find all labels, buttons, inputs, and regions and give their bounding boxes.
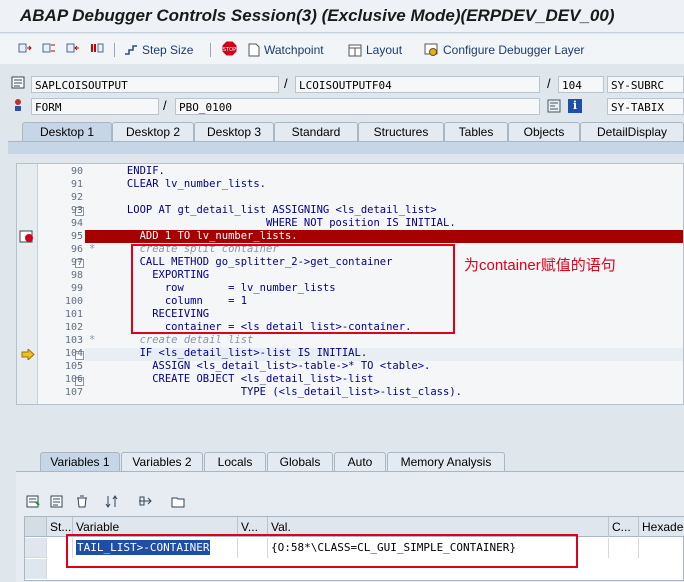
code-line-number: 91 [70,179,83,190]
row-selector[interactable] [25,538,47,558]
code-line-number: 96 [70,244,83,255]
tab-memory-analysis[interactable]: Memory Analysis [387,452,505,471]
tab-variables-2[interactable]: Variables 2 [121,452,203,471]
code-line-number: 106 [64,374,83,385]
current-position-arrow-icon [21,349,35,360]
code-line-number: 101 [64,309,83,320]
code-gutter[interactable] [17,164,38,404]
code-line-number: 93 [70,205,83,216]
code-line-text[interactable]: ENDIF. [89,165,165,178]
tab-desktop-3[interactable]: Desktop 3 [194,122,274,141]
info-icon[interactable]: i [568,99,582,113]
svg-text:STOP: STOP [223,47,236,53]
tab-auto[interactable]: Auto [334,452,386,471]
code-line-number: 107 [64,387,83,398]
table-row-c-cell [609,538,639,558]
step-size-icon [125,45,137,55]
execute-icon[interactable] [42,42,56,54]
layout-button[interactable]: Layout [348,42,402,58]
code-line-text[interactable]: IF <ls_detail_list>-list IS INITIAL. [89,347,368,360]
layout-label: Layout [366,43,403,57]
code-line-number: 103 [64,335,83,346]
tab-variables-1[interactable]: Variables 1 [40,452,120,471]
code-line-number: 99 [70,283,83,294]
annotation-text: 为container赋值的语句 [464,257,616,274]
tab-desktop-2[interactable]: Desktop 2 [112,122,194,141]
tab-detail-display[interactable]: DetailDisplay [580,122,684,141]
tab-desktop-1[interactable]: Desktop 1 [22,122,112,141]
delete-icon[interactable] [75,495,89,508]
code-line-text[interactable]: CREATE OBJECT <ls_detail_list>-list [89,373,373,386]
find-icon[interactable] [547,99,561,113]
event-type-field[interactable]: FORM [31,98,159,115]
tab-objects[interactable]: Objects [508,122,580,141]
code-line-text[interactable]: * create detail list [89,334,253,347]
code-line-text[interactable]: TYPE (<ls_detail_list>-list_class). [89,386,462,399]
program-icon [11,76,25,89]
table-row-hex-cell [639,538,684,558]
tab-locals[interactable]: Locals [204,452,266,471]
watchpoint-label: Watchpoint [264,43,324,57]
include-field[interactable]: LCOISOUTPUTF04 [295,76,540,93]
tab-strip-body [8,141,684,154]
code-line-number: 104 [64,348,83,359]
code-line-text[interactable]: CLEAR lv_number_lists. [89,178,266,191]
transfer-icon[interactable] [138,495,152,508]
toolbar-separator [114,43,115,57]
configure-icon [424,43,438,56]
tab-standard[interactable]: Standard [274,122,358,141]
row-selector[interactable] [25,559,47,579]
code-line-number: 98 [70,270,83,281]
code-line-text[interactable]: ASSIGN <ls_detail_list>-table->* TO <tab… [89,360,430,373]
code-line-number: 94 [70,218,83,229]
stop-icon[interactable]: STOP [222,41,237,56]
code-line-number: 105 [64,361,83,372]
code-line-text[interactable]: LOOP AT gt_detail_list ASSIGNING <ls_det… [89,204,437,217]
tab-tables[interactable]: Tables [444,122,508,141]
new-variable-icon[interactable] [26,495,40,508]
program-field[interactable]: SAPLCOISOUTPUT [31,76,279,93]
watchpoint-button[interactable]: Watchpoint [248,42,324,58]
path-separator: / [284,76,288,91]
configure-layer-button[interactable]: Configure Debugger Layer [424,42,584,58]
path-separator: / [547,76,551,91]
code-line-number: 90 [70,166,83,177]
column-header-c[interactable]: C... [609,517,639,537]
event-name-field[interactable]: PBO_0100 [175,98,540,115]
return-icon[interactable] [66,42,80,54]
event-icon [15,99,21,111]
sysvar-field-1[interactable]: SY-SUBRC [607,76,684,93]
configure-label: Configure Debugger Layer [443,43,585,57]
window-title-bar: ABAP Debugger Controls Session(3) (Exclu… [0,0,684,33]
step-size-button[interactable]: Step Size [124,42,193,58]
code-line-number: 97 [70,257,83,268]
sort-icon[interactable] [105,495,119,508]
breakpoint-icon[interactable] [19,230,35,243]
column-header-hex[interactable]: Hexadec [639,517,684,537]
step-size-label: Step Size [142,43,194,57]
code-line-text[interactable]: WHERE NOT position IS INITIAL. [89,217,456,230]
annotation-box-code [131,244,455,334]
variable-detail-icon[interactable] [50,495,64,508]
sysvar-field-2[interactable]: SY-TABIX [607,98,684,115]
code-line-number: 95 [70,231,83,242]
layout-icon [348,44,362,56]
continue-icon[interactable] [90,42,104,54]
code-line-number: 102 [64,322,83,333]
code-line-number: 92 [70,192,83,203]
annotation-box-variable [66,534,578,568]
document-icon [248,43,260,57]
debugger-toolbar: Step Size STOP Watchpoint Layout Configu… [0,34,684,64]
code-line-text[interactable]: ADD 1 TO lv_number_lists. [89,230,298,243]
line-field[interactable]: 104 [558,76,604,93]
tab-globals[interactable]: Globals [267,452,333,471]
code-line-number: 100 [64,296,83,307]
folder-icon[interactable] [171,495,185,508]
single-step-icon[interactable] [18,42,32,54]
path-separator: / [163,98,167,113]
tab-structures[interactable]: Structures [358,122,444,141]
row-selector-header[interactable] [25,517,47,537]
toolbar-separator [210,43,211,57]
window-title: ABAP Debugger Controls Session(3) (Exclu… [20,6,615,25]
